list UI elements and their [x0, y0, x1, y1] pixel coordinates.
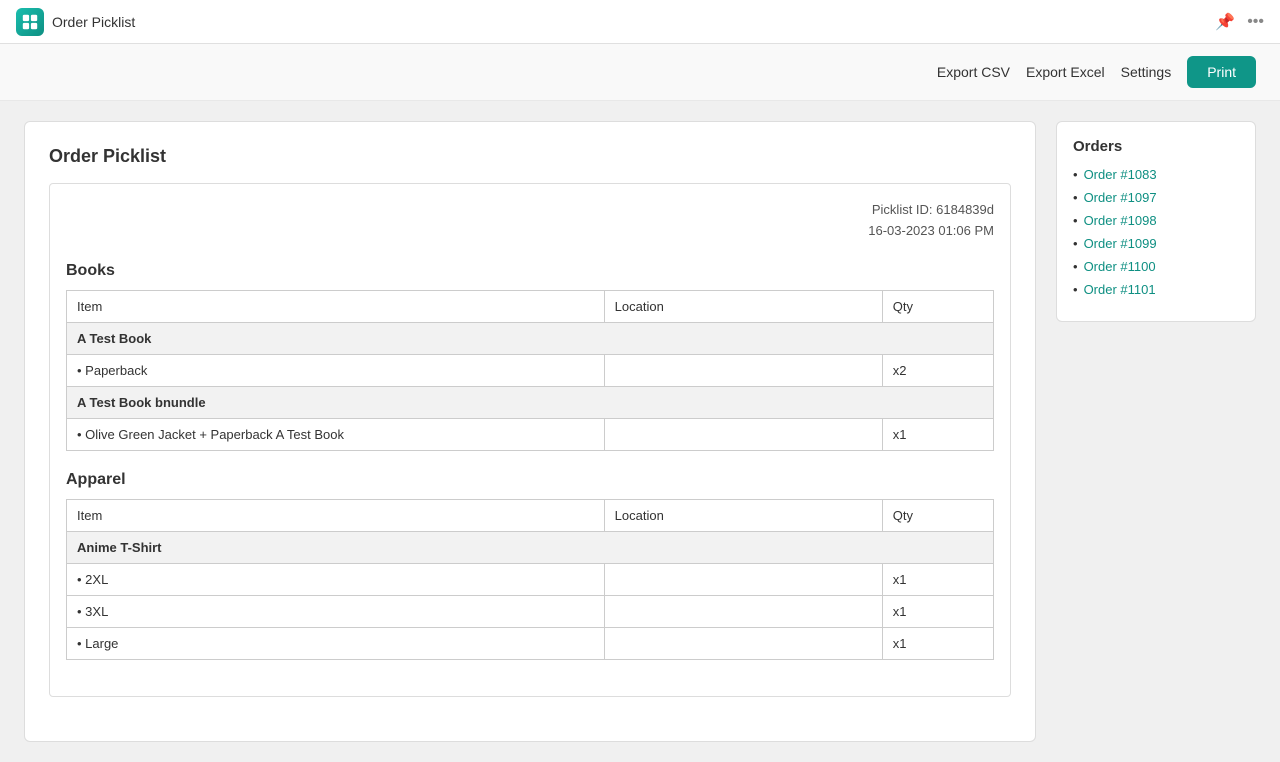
- item-location: [604, 627, 882, 659]
- apparel-col-item: Item: [67, 499, 605, 531]
- picklist-id: Picklist ID: 6184839d: [66, 200, 994, 221]
- picklist-meta: Picklist ID: 6184839d 16-03-2023 01:06 P…: [66, 200, 994, 242]
- table-row: • Paperback x2: [67, 354, 994, 386]
- picklist-date: 16-03-2023 01:06 PM: [66, 221, 994, 242]
- toolbar: Export CSV Export Excel Settings Print: [0, 44, 1280, 101]
- content-card: Order Picklist Picklist ID: 6184839d 16-…: [24, 121, 1036, 742]
- books-col-location: Location: [604, 290, 882, 322]
- group-name: A Test Book: [67, 322, 994, 354]
- list-item: Order #1083: [1073, 167, 1239, 182]
- list-item: Order #1098: [1073, 213, 1239, 228]
- table-row: • 3XL x1: [67, 595, 994, 627]
- orders-list: Order #1083 Order #1097 Order #1098 Orde…: [1073, 167, 1239, 297]
- app-icon: [16, 8, 44, 36]
- order-link-1099[interactable]: Order #1099: [1084, 236, 1157, 251]
- table-row: • Olive Green Jacket + Paperback A Test …: [67, 418, 994, 450]
- item-location: [604, 595, 882, 627]
- list-item: Order #1101: [1073, 282, 1239, 297]
- order-link-1101[interactable]: Order #1101: [1084, 282, 1156, 297]
- print-button[interactable]: Print: [1187, 56, 1256, 88]
- pin-icon[interactable]: 📌: [1215, 12, 1235, 32]
- item-qty: x1: [882, 627, 993, 659]
- more-options-icon[interactable]: •••: [1247, 13, 1264, 31]
- apparel-col-qty: Qty: [882, 499, 993, 531]
- table-row: • Large x1: [67, 627, 994, 659]
- top-bar: Order Picklist 📌 •••: [0, 0, 1280, 44]
- apparel-table: Item Location Qty Anime T-Shirt • 2XL x1: [66, 499, 994, 660]
- order-link-1100[interactable]: Order #1100: [1084, 259, 1156, 274]
- item-location: [604, 354, 882, 386]
- item-qty: x1: [882, 595, 993, 627]
- export-csv-button[interactable]: Export CSV: [937, 64, 1010, 80]
- section-title-apparel: Apparel: [66, 471, 994, 489]
- group-name: A Test Book bnundle: [67, 386, 994, 418]
- order-link-1083[interactable]: Order #1083: [1084, 167, 1157, 182]
- order-link-1097[interactable]: Order #1097: [1084, 190, 1157, 205]
- main-layout: Order Picklist Picklist ID: 6184839d 16-…: [0, 101, 1280, 762]
- order-link-1098[interactable]: Order #1098: [1084, 213, 1157, 228]
- table-row: Anime T-Shirt: [67, 531, 994, 563]
- table-row: A Test Book bnundle: [67, 386, 994, 418]
- apparel-col-location: Location: [604, 499, 882, 531]
- item-name: • Large: [67, 627, 605, 659]
- item-qty: x1: [882, 563, 993, 595]
- item-name: • 3XL: [67, 595, 605, 627]
- top-bar-right: 📌 •••: [1215, 12, 1264, 32]
- app-title: Order Picklist: [52, 14, 135, 30]
- sidebar-title: Orders: [1073, 138, 1239, 155]
- item-name: • 2XL: [67, 563, 605, 595]
- picklist-inner: Picklist ID: 6184839d 16-03-2023 01:06 P…: [49, 183, 1011, 697]
- table-row: • 2XL x1: [67, 563, 994, 595]
- table-row: A Test Book: [67, 322, 994, 354]
- books-table: Item Location Qty A Test Book • Paperbac…: [66, 290, 994, 451]
- export-excel-button[interactable]: Export Excel: [1026, 64, 1105, 80]
- list-item: Order #1100: [1073, 259, 1239, 274]
- group-name: Anime T-Shirt: [67, 531, 994, 563]
- item-qty: x1: [882, 418, 993, 450]
- list-item: Order #1097: [1073, 190, 1239, 205]
- item-location: [604, 418, 882, 450]
- item-location: [604, 563, 882, 595]
- item-name: • Paperback: [67, 354, 605, 386]
- books-col-item: Item: [67, 290, 605, 322]
- books-col-qty: Qty: [882, 290, 993, 322]
- page-title: Order Picklist: [49, 146, 1011, 167]
- section-title-books: Books: [66, 262, 994, 280]
- item-name: • Olive Green Jacket + Paperback A Test …: [67, 418, 605, 450]
- list-item: Order #1099: [1073, 236, 1239, 251]
- sidebar: Orders Order #1083 Order #1097 Order #10…: [1056, 121, 1256, 322]
- settings-button[interactable]: Settings: [1121, 64, 1172, 80]
- item-qty: x2: [882, 354, 993, 386]
- top-bar-left: Order Picklist: [16, 8, 135, 36]
